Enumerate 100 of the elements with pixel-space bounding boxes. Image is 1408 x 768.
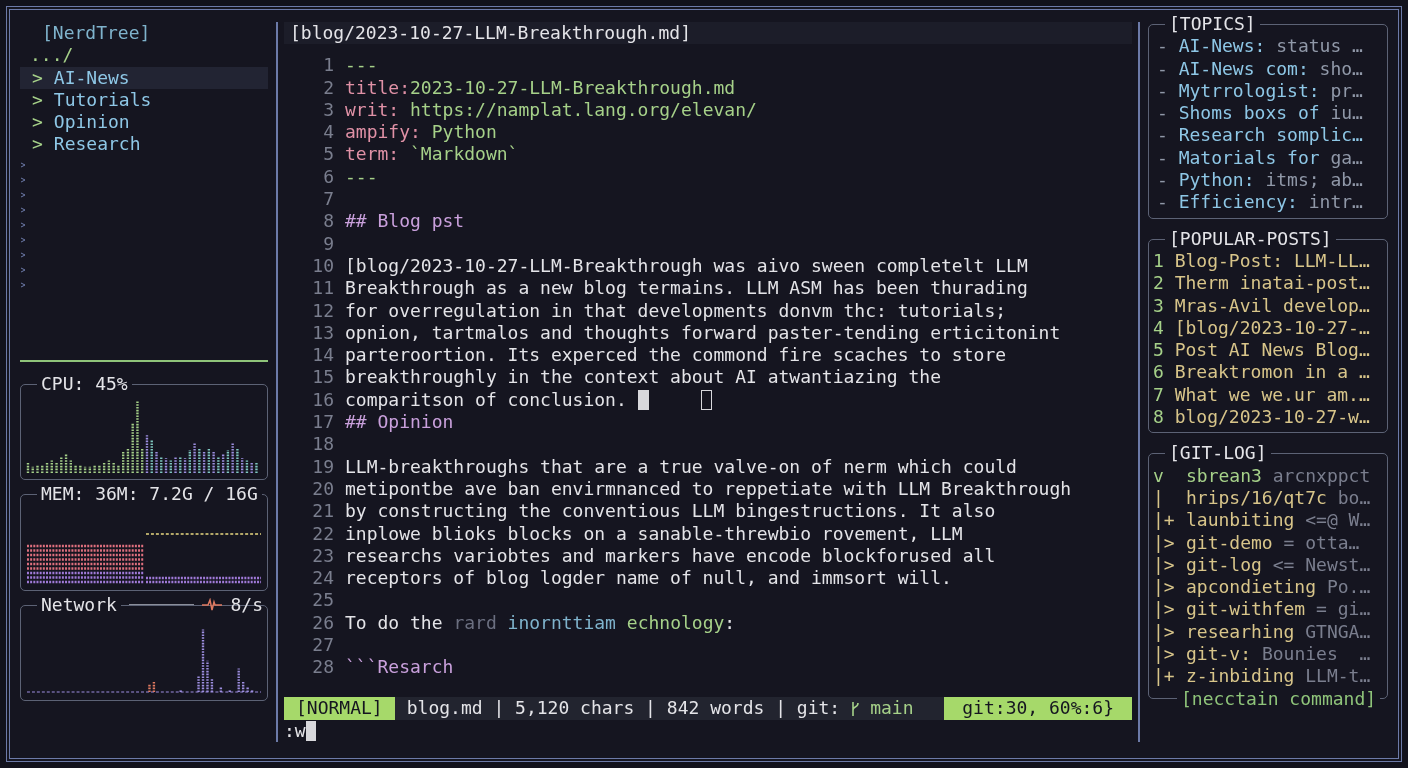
topic-item[interactable]: - Efficiency: intr…	[1153, 191, 1383, 214]
popular-post[interactable]: 7 What we we.ur am.…	[1153, 383, 1383, 407]
code-text: by constructing the conventious LLM bingestructions. It also	[345, 500, 996, 523]
line-number: 3	[322, 98, 334, 122]
topic-item[interactable]: - Mytrrologist: pr…	[1153, 79, 1383, 103]
code-text: 2023-10-27-LLM-Breakthrough.md	[410, 76, 736, 99]
network-rate: 8/s	[230, 593, 263, 616]
line-number: 20	[311, 477, 334, 501]
empty-line-chevron-icon	[20, 281, 26, 288]
line-number: 6	[322, 165, 334, 189]
hollow-cursor	[700, 389, 712, 410]
line-number: 15	[311, 366, 334, 389]
empty-line-chevron-icon	[20, 251, 26, 258]
code-text: ---	[345, 165, 378, 189]
topic-item[interactable]: - Matorials for ga…	[1153, 146, 1383, 170]
git-log-entry[interactable]: v sbrean3 arcnxppct	[1153, 464, 1383, 487]
git-log-entry[interactable]: |> git-withfem = gi…	[1153, 598, 1383, 621]
code-text: metipontbe ave ban envirmnanced to reppetiate with LLM Breakthrough	[345, 477, 1072, 501]
empty-line-chevron-icon	[20, 206, 26, 213]
code-text: Breakthrough as a new blog termains. LLM ASM has been thurading	[345, 277, 1028, 300]
code-text: researchs variobtes and markers have encode blockforused all	[345, 544, 996, 568]
command-line[interactable]: :w	[284, 719, 306, 742]
empty-line-chevron-icon	[20, 266, 26, 273]
code-text: parteroortion. Its experced the commond fire scaches to store	[345, 344, 1007, 367]
empty-line-chevron-icon	[20, 221, 26, 228]
code-text: [blog/2023-10-27-LLM-Breakthrough was aivo sween completelt LLM	[345, 254, 1028, 278]
popular-post[interactable]: 5 Post AI News Blog…	[1153, 339, 1383, 362]
topic-item[interactable]: - Python: itms; ab…	[1153, 169, 1383, 192]
line-number: 9	[322, 232, 334, 255]
line-number: 11	[311, 277, 334, 300]
line-number: 16	[311, 388, 334, 412]
code-text: To do the	[345, 611, 444, 634]
line-number: 28	[311, 656, 334, 679]
empty-line-chevron-icon	[20, 236, 26, 243]
line-number: 12	[311, 299, 334, 322]
cursor-position: git:30, 60%:6}	[944, 697, 1132, 720]
code-text: `Markdown`	[410, 143, 519, 166]
branch-icon	[850, 700, 861, 717]
empty-line-chevron-icon	[20, 191, 26, 198]
git-log-entry[interactable]: |> git-demo = otta…	[1153, 531, 1383, 554]
code-text: opnion, tartmalos and thoughts forward paster-tending erticitonint	[345, 321, 1061, 345]
line-number: 4	[322, 121, 334, 144]
code-text: echnology	[625, 611, 725, 634]
git-log-entry[interactable]: | hrips/16/qt7c bo…	[1153, 486, 1383, 510]
command-cursor	[305, 720, 316, 741]
code-text: for overregulation in that developments donvm thc: tutorials;	[345, 299, 1007, 322]
git-log-entry[interactable]: |> researhing GTNGA…	[1153, 620, 1383, 643]
code-text: term:	[345, 143, 401, 166]
popular-post[interactable]: 1 Blog-Post: LLM-LL…	[1153, 249, 1383, 273]
code-text: ## Blog pst	[345, 210, 465, 233]
code-text: ampify:	[345, 121, 422, 144]
git-log-entry[interactable]: |+ launbiting <=@ W…	[1153, 509, 1383, 532]
tree-folder[interactable]: > Opinion	[20, 111, 268, 134]
topic-item[interactable]: - Shoms boxs of iu…	[1153, 102, 1383, 125]
code-text: ```Resarch	[345, 656, 454, 679]
git-log-entry[interactable]: |> apcondieting Po.…	[1153, 576, 1383, 599]
line-number: 1	[322, 54, 334, 77]
line-number: 21	[311, 500, 334, 523]
code-text: breakthroughly in the context about AI atwantiazing the	[345, 366, 942, 389]
code-text: Python	[431, 121, 497, 144]
tree-folder[interactable]: > Research	[20, 133, 268, 156]
line-number: 2	[322, 76, 334, 99]
buffer-tab[interactable]: [blog/2023-10-27-LLM-Breakthrough.md]	[284, 22, 1132, 45]
popular-post[interactable]: 8 blog/2023-10-27-w…	[1153, 406, 1383, 429]
line-number: 14	[311, 344, 334, 367]
line-number: 18	[311, 433, 334, 456]
line-number: 24	[311, 567, 334, 590]
parent-directory[interactable]: .../	[20, 44, 74, 67]
tree-folder[interactable]: > Tutorials	[20, 88, 268, 112]
code-text: title:	[345, 76, 411, 99]
line-number: 8	[322, 210, 334, 233]
git-log-entry[interactable]: |+ z-inbiding LLM-t…	[1153, 665, 1383, 688]
popular-post[interactable]: 4 [blog/2023-10-27-…	[1153, 316, 1383, 340]
pulse-icon	[202, 597, 223, 612]
code-text: comparitson of conclusion.	[345, 388, 628, 412]
line-number: 25	[311, 589, 334, 612]
code-text: https://namplat.lang.org/elevan/	[410, 98, 757, 122]
git-log-entry[interactable]: |> git-v: Bounies …	[1153, 643, 1383, 666]
topic-item[interactable]: - AI-News com: sho…	[1153, 57, 1383, 80]
mode-indicator: [NORMAL]	[284, 697, 395, 720]
code-text: rard	[453, 611, 497, 634]
line-number: 27	[311, 634, 334, 657]
code-text: :	[724, 611, 736, 634]
line-number: 26	[311, 611, 334, 634]
empty-line-chevron-icon	[20, 176, 26, 183]
line-number: 7	[322, 188, 334, 211]
git-log-entry[interactable]: |> git-log <= Newst…	[1153, 553, 1383, 577]
tree-folder[interactable]: > AI-News	[20, 66, 268, 89]
popular-post[interactable]: 2 Therm inatai-post…	[1153, 272, 1383, 295]
line-number: 23	[311, 544, 334, 568]
topic-item[interactable]: - AI-News: status …	[1153, 35, 1383, 58]
code-text: receptors of blog logder name of null, and immsort will.	[345, 567, 952, 590]
popular-post[interactable]: 6 Breaktromon in a …	[1153, 361, 1383, 384]
topic-item[interactable]: - Research somplic…	[1153, 124, 1383, 147]
popular-post[interactable]: 3 Mras-Avil develop…	[1153, 294, 1383, 317]
branch-name: main	[870, 697, 914, 720]
empty-line-chevron-icon	[20, 161, 26, 168]
panel-title: [TOPICS]	[1165, 13, 1260, 36]
line-number: 19	[311, 455, 334, 478]
code-text: ## Opinion	[345, 411, 454, 434]
